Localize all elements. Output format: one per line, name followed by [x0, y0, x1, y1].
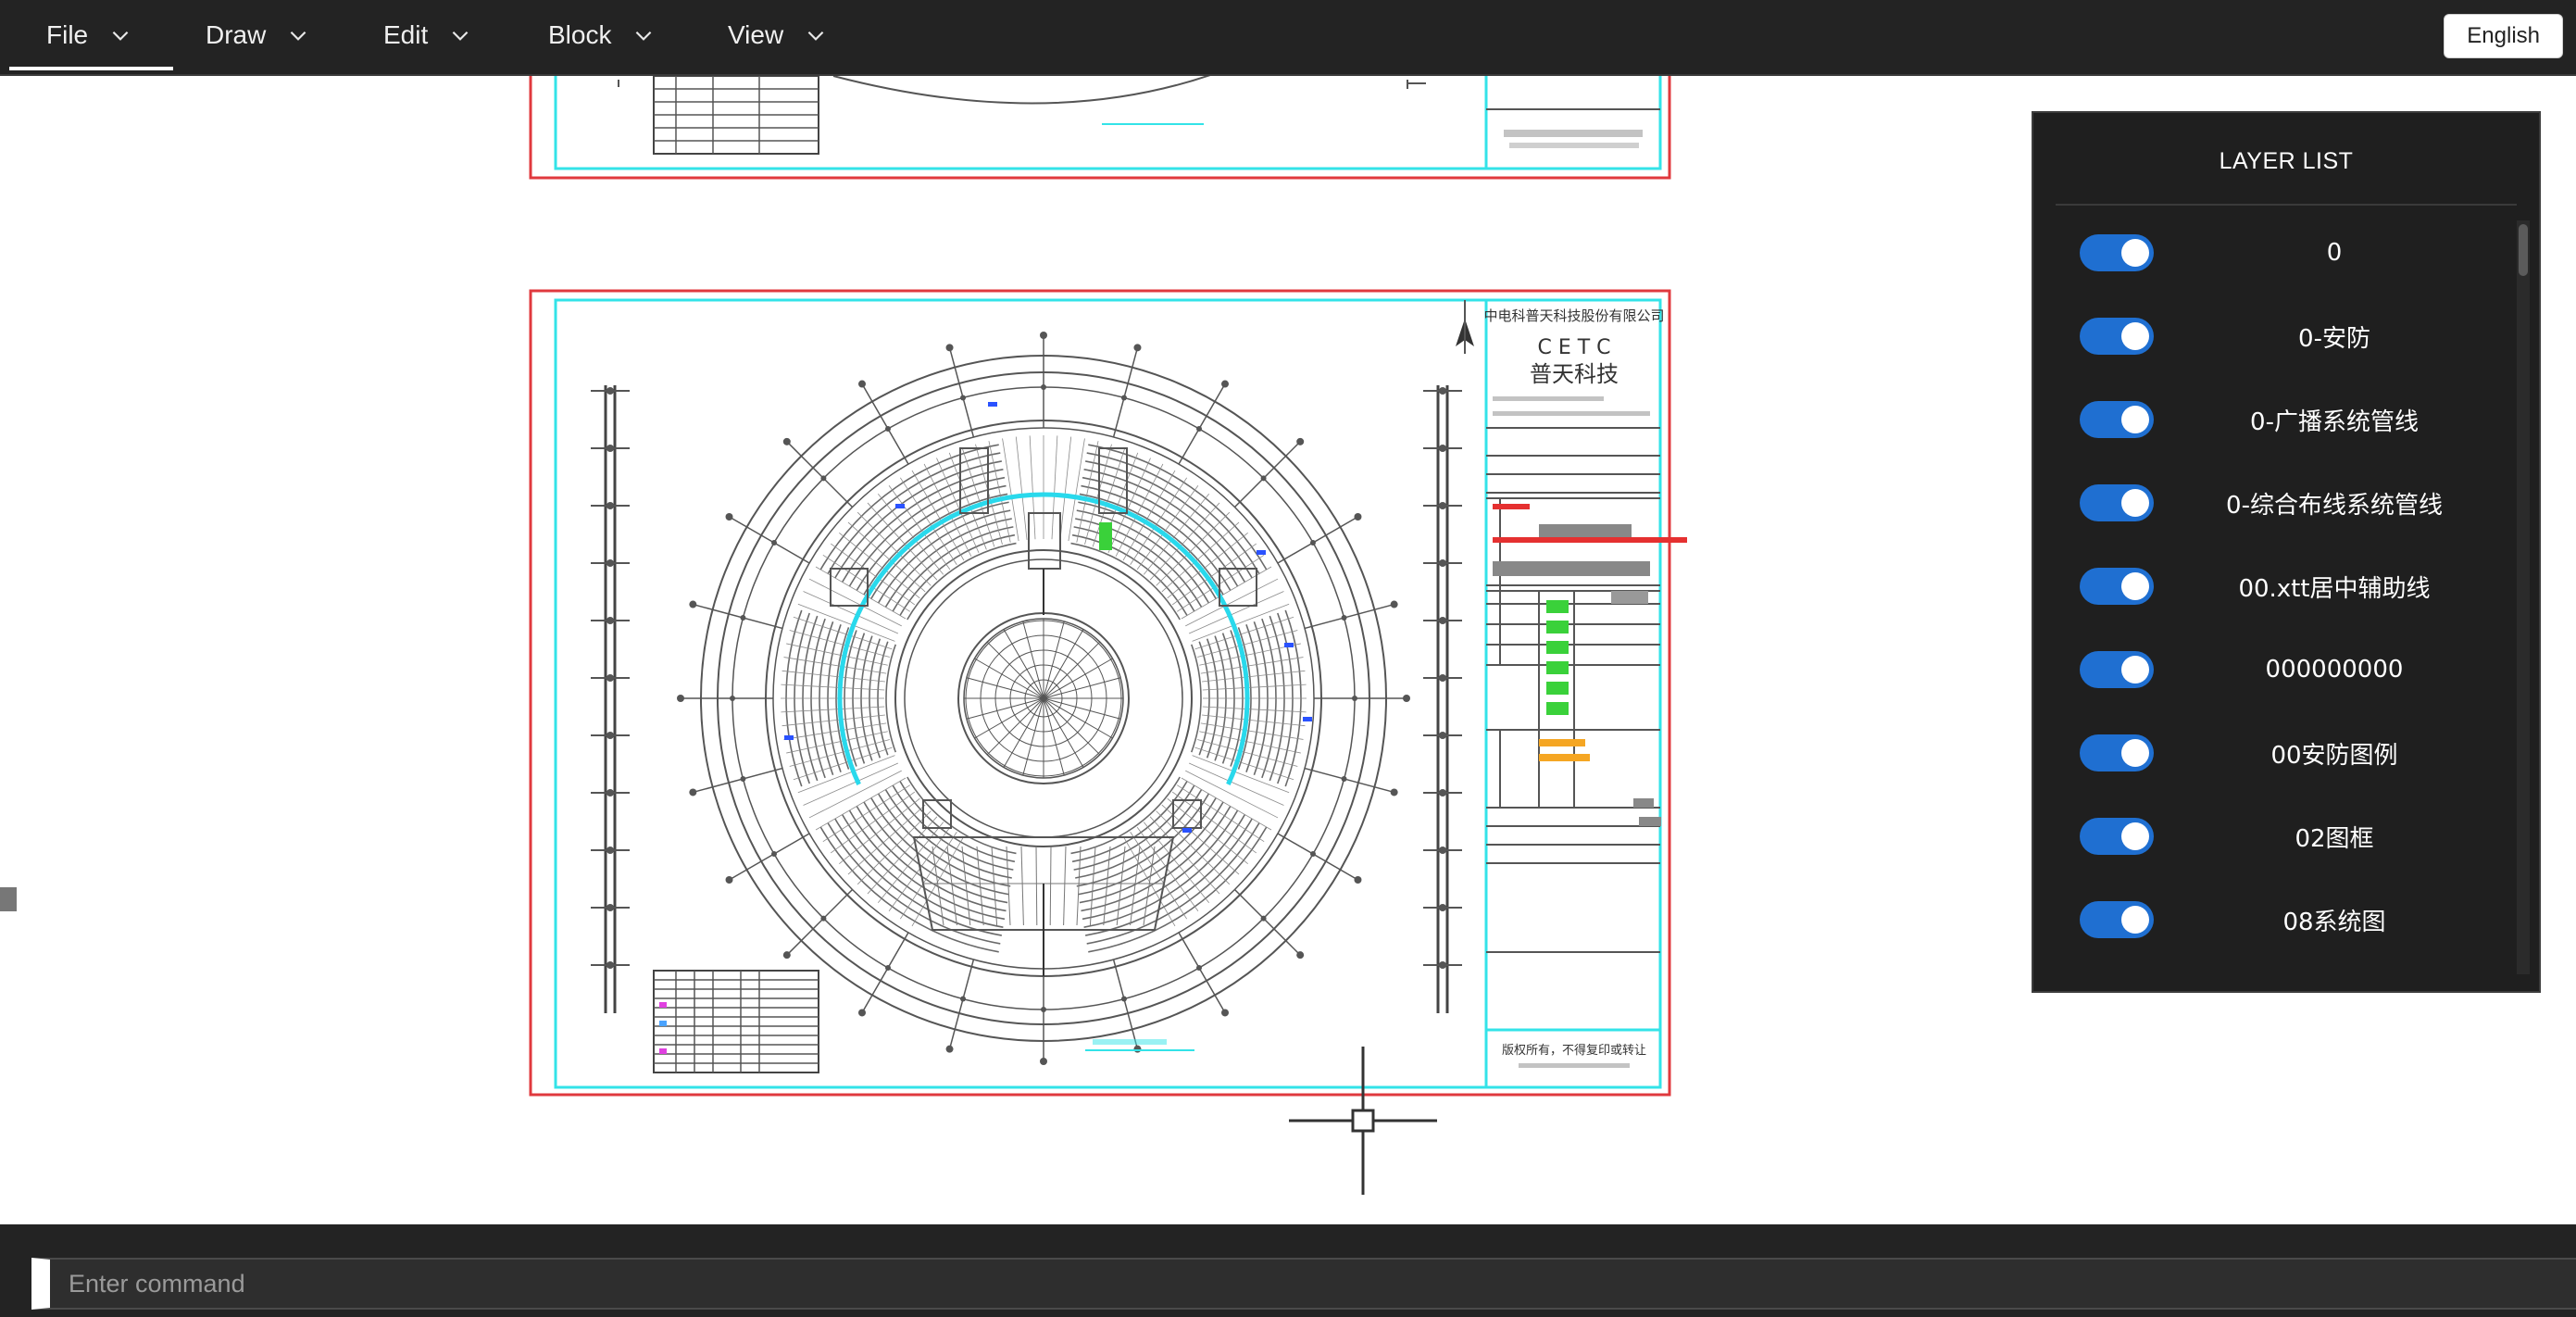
menu-view-label: View — [728, 20, 784, 49]
chevron-down-icon — [807, 31, 824, 41]
layer-list-scrollbar[interactable] — [2517, 220, 2530, 974]
command-bar — [0, 1224, 2576, 1317]
title-block: 中电科普天科技股份有限公司 C E T C 普天科技 版权所有，不得复印或转让 — [1483, 307, 1687, 1068]
logo-subtext: 普天科技 — [1530, 361, 1619, 387]
chevron-down-icon — [112, 31, 129, 41]
layer-row: 0 — [2056, 211, 2502, 295]
footer-note: 版权所有，不得复印或转让 — [1502, 1043, 1646, 1058]
main-sheet: 中电科普天科技股份有限公司 C E T C 普天科技 版权所有，不得复印或转让 — [529, 289, 1687, 1097]
layer-name: 0-综合布线系统管线 — [2226, 491, 2443, 520]
layer-panel: LAYER LIST 0 0-安防 0-广播系统管线 0-综合布线系统管线 00… — [2032, 111, 2541, 993]
side-resize-handle[interactable] — [0, 887, 17, 911]
layer-row: 0-安防 — [2056, 295, 2502, 378]
company-name: 中电科普天科技股份有限公司 — [1483, 307, 1664, 324]
layer-row: 000000000 — [2056, 628, 2502, 711]
layer-name: 08系统图 — [2282, 908, 2386, 936]
menu-block-label: Block — [548, 20, 612, 49]
layer-toggle[interactable] — [2080, 568, 2154, 605]
layer-panel-title: LAYER LIST — [2056, 148, 2517, 206]
layer-toggle[interactable] — [2080, 401, 2154, 438]
layer-toggle[interactable] — [2080, 734, 2154, 771]
layer-row: 00.xtt居中辅助线 — [2056, 545, 2502, 628]
layer-name: 0-广播系统管线 — [2250, 408, 2419, 436]
menu-file[interactable]: File — [8, 0, 174, 70]
layer-name: 00.xtt居中辅助线 — [2238, 574, 2431, 603]
menu-view[interactable]: View — [728, 0, 828, 70]
logo-text: C E T C — [1537, 336, 1610, 359]
legend-table — [653, 970, 819, 1073]
crosshair-cursor-icon — [1289, 1047, 1437, 1195]
layer-row: 00安防图例 — [2056, 711, 2502, 795]
layer-toggle[interactable] — [2080, 818, 2154, 855]
language-button[interactable]: English — [2444, 14, 2563, 58]
layer-name: 00安防图例 — [2270, 741, 2398, 770]
layer-name: 0 — [2326, 239, 2343, 267]
command-input[interactable] — [31, 1258, 2576, 1310]
chevron-down-icon — [452, 31, 469, 41]
layer-toggle[interactable] — [2080, 318, 2154, 355]
chevron-down-icon — [290, 31, 306, 41]
menu-file-label: File — [46, 20, 89, 49]
layer-row: 0-广播系统管线 — [2056, 378, 2502, 461]
menu-edit-label: Edit — [383, 20, 429, 49]
scrollbar-thumb[interactable] — [2519, 224, 2528, 276]
menu-bar: File Draw Edit Block View English — [0, 0, 2576, 76]
menu-draw-label: Draw — [206, 20, 267, 49]
layer-row: 02图框 — [2056, 795, 2502, 878]
layer-name: 02图框 — [2295, 824, 2374, 853]
chevron-down-icon — [636, 31, 652, 41]
layer-toggle[interactable] — [2080, 234, 2154, 271]
menu-block[interactable]: Block — [548, 0, 656, 70]
menu-draw[interactable]: Draw — [206, 0, 310, 70]
layer-row: 0-综合布线系统管线 — [2056, 461, 2502, 545]
upper-sheet — [529, 76, 1671, 180]
layer-name: 0-安防 — [2298, 324, 2370, 353]
layer-toggle[interactable] — [2080, 651, 2154, 688]
menu-edit[interactable]: Edit — [383, 0, 472, 70]
layer-name: 000000000 — [2265, 656, 2404, 684]
layer-toggle[interactable] — [2080, 484, 2154, 521]
layer-list: 0 0-安防 0-广播系统管线 0-综合布线系统管线 00.xtt居中辅助线 0… — [2056, 211, 2502, 980]
layer-toggle[interactable] — [2080, 901, 2154, 938]
layer-row: 08系统图 — [2056, 878, 2502, 961]
